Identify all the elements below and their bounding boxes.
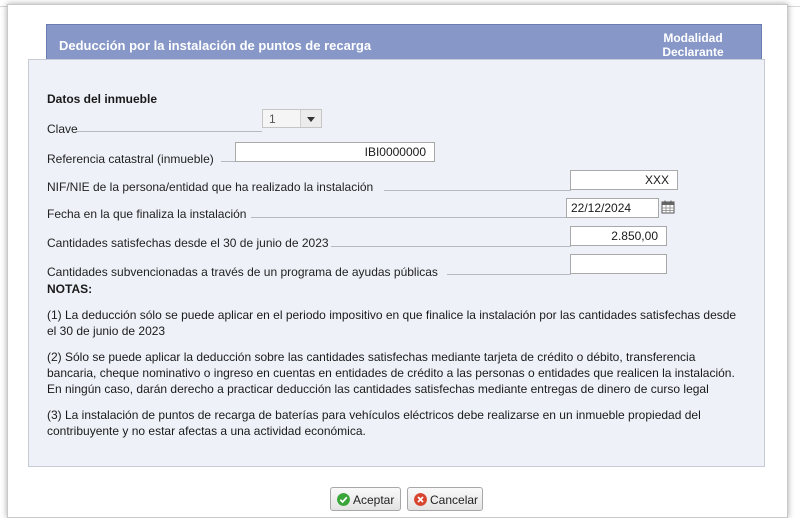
background-page-bottom [0,518,800,531]
clave-leader-line [77,131,262,132]
calendar-icon[interactable] [661,200,675,214]
mode-label-line2: Declarante [662,45,724,59]
fecha-leader-line [251,217,568,218]
cancel-button-label: Cancelar [430,493,479,507]
mode-label-line1: Modalidad [663,31,723,45]
cantidades-leader-line [331,246,571,247]
nif-leader-line [384,190,571,191]
note-1-line2: el 30 de junio de 2023 [47,324,166,338]
cantidades-input[interactable]: 2.850,00 [570,226,667,246]
cantidades-label: Cantidades satisfechas desde el 30 de ju… [47,236,329,250]
form-panel: Datos del inmueble Clave 1 Referencia ca… [28,59,765,467]
nif-input[interactable]: XXX [570,170,678,190]
accept-button-label: Aceptar [353,493,395,507]
mode-label: Modalidad Declarante [662,31,723,59]
dialog: Deducción por la instalación de puntos d… [7,4,788,518]
note-2-line3: En ningún caso, darán derecho a practica… [47,382,709,396]
subvencionadas-label: Cantidades subvencionadas a través de un… [47,265,438,279]
note-1: (1) La deducción sólo se puede aplicar e… [47,307,757,339]
note-2-line1: (2) Sólo se puede aplicar la deducción s… [47,350,696,364]
chevron-down-icon[interactable] [300,110,321,127]
clave-select-value: 1 [269,112,276,126]
check-circle-icon [337,493,350,506]
note-1-line1: (1) La deducción sólo se puede aplicar e… [47,308,737,322]
accept-button[interactable]: Aceptar [330,487,401,511]
note-3: (3) La instalación de puntos de recarga … [47,407,757,439]
note-3-line2: contribuyente y no estar afectas a una a… [47,424,366,438]
clave-select[interactable]: 1 [262,109,322,128]
dialog-title: Deducción por la instalación de puntos d… [59,38,372,53]
notes-title: NOTAS: [47,282,93,296]
section-title: Datos del inmueble [47,92,158,106]
note-3-line1: (3) La instalación de puntos de recarga … [47,408,701,422]
clave-label: Clave [47,122,78,136]
nif-label: NIF/NIE de la persona/entidad que ha rea… [47,180,374,194]
referencia-label: Referencia catastral (inmueble) [47,152,214,166]
referencia-input[interactable]: IBI0000000 [235,142,435,162]
subvencionadas-input[interactable] [570,254,667,274]
fecha-label: Fecha en la que finaliza la instalación [47,207,247,221]
subvencionadas-leader-line [447,274,571,275]
cancel-circle-icon [414,493,427,506]
cancel-button[interactable]: Cancelar [407,487,483,511]
note-2: (2) Sólo se puede aplicar la deducción s… [47,349,757,397]
note-2-line2: bancaria, cheque nominativo o ingreso en… [47,366,735,380]
fecha-input[interactable]: 22/12/2024 [566,198,659,218]
